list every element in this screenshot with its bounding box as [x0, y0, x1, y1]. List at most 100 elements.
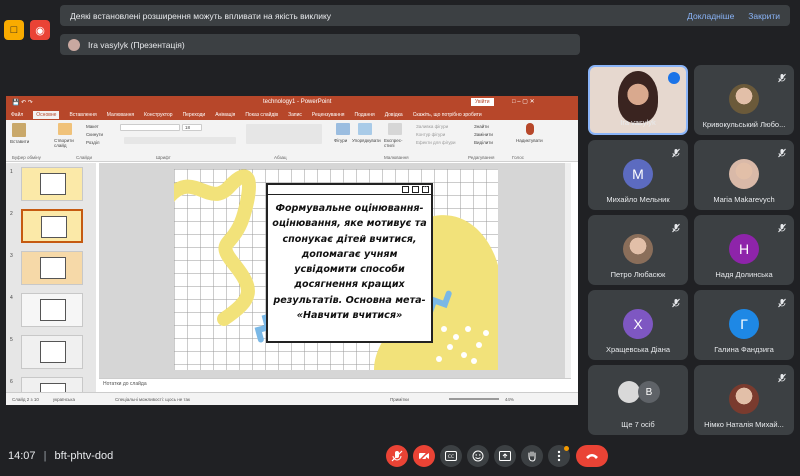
- ppt-menu-bar: Файл Основне Вставлення Малювання Конструкто…: [6, 109, 578, 120]
- ppt-menu-item[interactable]: Подання: [355, 112, 375, 118]
- current-time: 14:07: [8, 450, 36, 462]
- slide-thumbnail[interactable]: [21, 335, 83, 369]
- notes-pane[interactable]: Нотатки до слайда: [99, 378, 571, 388]
- arrange-icon[interactable]: [358, 123, 372, 135]
- ppt-menu-item[interactable]: Довідка: [385, 112, 403, 118]
- card-close-icon: ×: [422, 186, 429, 193]
- microphone-icon[interactable]: [526, 123, 534, 135]
- leave-call-button[interactable]: [576, 445, 608, 467]
- window-controls-icon[interactable]: □ – ▢ ✕: [512, 98, 535, 105]
- shared-powerpoint-window: 💾 ↶ ↷ technology1 - PowerPoint Увійти □ …: [6, 96, 578, 405]
- camera-toggle-button[interactable]: [413, 445, 435, 467]
- ribbon-group-label: Малювання: [384, 155, 409, 160]
- slide-thumbnail-number: 2: [10, 211, 13, 217]
- participant-tile[interactable]: В Ще 7 осіб: [588, 365, 688, 435]
- participant-avatar: [729, 159, 759, 189]
- shape-fill-button[interactable]: Заливка фігури: [416, 124, 448, 129]
- participant-tile[interactable]: Г Галина Фандзига: [694, 290, 794, 360]
- vertical-scrollbar[interactable]: [565, 163, 571, 378]
- quick-styles-label[interactable]: Експрес-стилі: [384, 138, 410, 148]
- zoom-level[interactable]: 44%: [505, 397, 514, 402]
- arrange-label[interactable]: Упорядкувати: [352, 138, 381, 143]
- more-options-button[interactable]: [548, 445, 570, 467]
- paragraph-buttons[interactable]: [246, 124, 322, 144]
- slide-editing-area: × Формувальне оцінювання-оцінювання, яке…: [99, 163, 571, 378]
- mic-muted-icon: [777, 220, 787, 233]
- present-button[interactable]: [494, 445, 516, 467]
- quick-access-icons[interactable]: 💾 ↶ ↷: [12, 99, 33, 106]
- ppt-menu-item[interactable]: Переходи: [183, 112, 206, 118]
- close-banner-link[interactable]: Закрити: [748, 11, 780, 21]
- participant-tile[interactable]: Кривокульський Любо...: [694, 65, 794, 135]
- slide-body-text[interactable]: Формувальне оцінювання-оцінювання, яке м…: [268, 195, 431, 329]
- layout-button[interactable]: Макет: [86, 124, 99, 129]
- thumbnail-preview: [41, 216, 67, 238]
- font-format-buttons[interactable]: [124, 137, 236, 144]
- paste-label[interactable]: Вставити: [10, 139, 29, 144]
- ppt-window-title: technology1 - PowerPoint: [263, 99, 332, 105]
- speaking-indicator-icon: [668, 72, 680, 84]
- new-slide-icon[interactable]: [58, 123, 72, 135]
- ppt-menu-item[interactable]: Анімація: [215, 112, 235, 118]
- reset-button[interactable]: Скинути: [86, 132, 103, 137]
- participant-avatar: В: [638, 381, 660, 403]
- find-button[interactable]: Знайти: [474, 124, 489, 129]
- quick-styles-icon[interactable]: [388, 123, 402, 135]
- mic-off-icon: [391, 450, 403, 462]
- font-size-select[interactable]: 18: [182, 124, 202, 131]
- shapes-icon[interactable]: [336, 123, 350, 135]
- captions-button[interactable]: CC: [440, 445, 462, 467]
- reactions-button[interactable]: [467, 445, 489, 467]
- participant-name: Ще 7 осіб: [621, 420, 655, 429]
- ppt-menu-item[interactable]: Малювання: [107, 112, 134, 118]
- participant-avatar: Г: [729, 309, 759, 339]
- sign-in-button[interactable]: Увійти: [471, 98, 494, 106]
- participant-tile[interactable]: Maria Makarevych: [694, 140, 794, 210]
- ribbon-group-label: Редагування: [468, 155, 495, 160]
- participant-tile[interactable]: Ira vasylyk: [588, 65, 688, 135]
- ppt-menu-item[interactable]: Скажіть, що потрібно зробити: [413, 112, 482, 118]
- camera-off-icon: [418, 450, 430, 462]
- participant-tile[interactable]: Петро Любасюк: [588, 215, 688, 285]
- ppt-menu-item[interactable]: Конструктор: [144, 112, 173, 118]
- shapes-label[interactable]: Фігури: [334, 138, 347, 143]
- shape-effects-button[interactable]: Ефекти для фігури: [416, 140, 456, 145]
- participant-tile[interactable]: Німко Наталія Михай...: [694, 365, 794, 435]
- ppt-menu-item[interactable]: Показ слайдів: [245, 112, 278, 118]
- slide-thumbnail[interactable]: [21, 167, 83, 201]
- shape-outline-button[interactable]: Контур фігури: [416, 132, 445, 137]
- ppt-menu-item[interactable]: Основне: [33, 110, 60, 119]
- ppt-menu-item[interactable]: Файл: [11, 112, 23, 118]
- slide-thumbnail[interactable]: [21, 293, 83, 327]
- participant-name: Maria Makarevych: [713, 195, 775, 204]
- participant-tile[interactable]: Н Надя Долинська: [694, 215, 794, 285]
- notes-button[interactable]: Примітки: [390, 397, 409, 402]
- accessibility-status[interactable]: Спеціальні можливості: щось не так: [115, 397, 190, 402]
- participant-name: Ira vasylyk: [620, 118, 656, 127]
- participant-name: Кривокульський Любо...: [702, 120, 786, 129]
- replace-button[interactable]: Замінити: [474, 132, 493, 137]
- select-button[interactable]: Виділити: [474, 140, 493, 145]
- mic-toggle-button[interactable]: [386, 445, 408, 467]
- participant-avatar: М: [623, 159, 653, 189]
- slide-text-card: × Формувальне оцінювання-оцінювання, яке…: [266, 183, 433, 343]
- ppt-menu-item[interactable]: Вставлення: [69, 112, 96, 118]
- new-slide-label[interactable]: Створити слайд: [54, 138, 82, 148]
- participant-tile[interactable]: Х Хращевська Діана: [588, 290, 688, 360]
- slide-thumbnail[interactable]: [21, 209, 83, 243]
- section-button[interactable]: Розділ: [86, 140, 99, 145]
- participant-tile[interactable]: М Михайло Мельник: [588, 140, 688, 210]
- recording-icon[interactable]: ◉: [30, 20, 50, 40]
- mic-muted-icon: [777, 370, 787, 383]
- paste-icon[interactable]: [12, 123, 26, 137]
- ppt-menu-item[interactable]: Рецензування: [312, 112, 345, 118]
- zoom-slider[interactable]: [448, 398, 499, 400]
- slide-thumbnail[interactable]: [21, 251, 83, 285]
- language-indicator[interactable]: українська: [53, 397, 75, 402]
- ppt-menu-item[interactable]: Запис: [288, 112, 302, 118]
- raise-hand-button[interactable]: [521, 445, 543, 467]
- extension-warning-icon[interactable]: □: [4, 20, 24, 40]
- details-link[interactable]: Докладніше: [687, 11, 734, 21]
- dictate-label[interactable]: Надиктувати: [516, 138, 543, 143]
- font-family-select[interactable]: [120, 124, 180, 131]
